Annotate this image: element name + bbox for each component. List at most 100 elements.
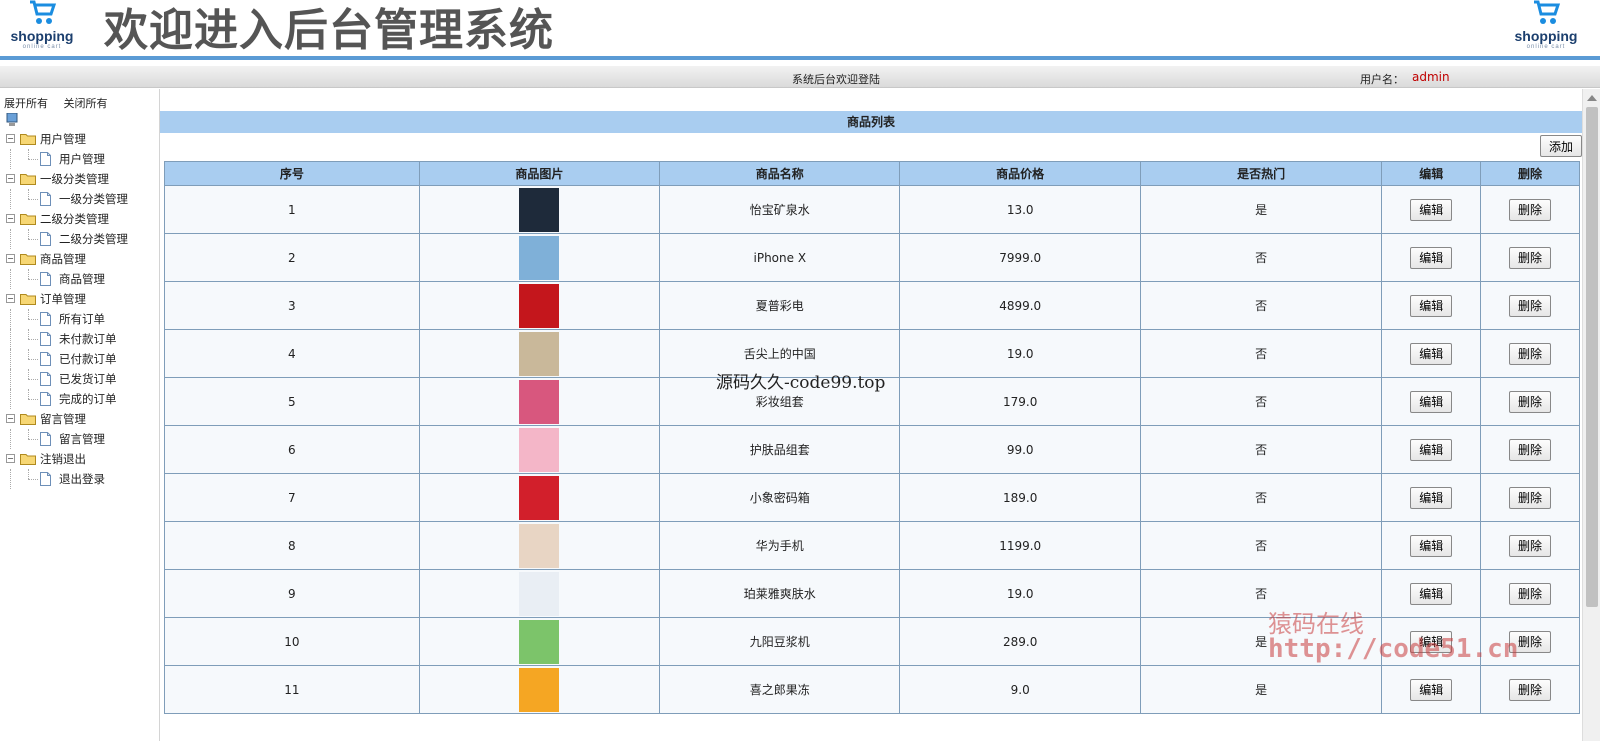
- tree-leaf[interactable]: 已付款订单: [0, 349, 160, 369]
- cell-delete: 删除: [1480, 473, 1580, 522]
- table-row: 7 小象密码箱 189.0 否 编辑 删除: [164, 473, 1580, 522]
- tree-leaf-label[interactable]: 完成的订单: [59, 389, 117, 409]
- tree-leaf-label[interactable]: 已发货订单: [59, 369, 117, 389]
- tree-folder[interactable]: − 订单管理: [0, 289, 160, 309]
- scroll-up-icon[interactable]: [1587, 95, 1597, 101]
- tree-leaf-label[interactable]: 所有订单: [59, 309, 105, 329]
- cell-image: [418, 329, 661, 378]
- collapse-toggle-icon[interactable]: −: [6, 134, 15, 143]
- main-scrollbar[interactable]: [1582, 89, 1600, 741]
- cell-no: 7: [164, 473, 420, 522]
- tree-folder-label[interactable]: 订单管理: [40, 289, 86, 309]
- tree-leaf-label[interactable]: 用户管理: [59, 149, 105, 169]
- edit-button[interactable]: 编辑: [1410, 582, 1453, 605]
- tree-leaf[interactable]: 用户管理: [0, 149, 160, 169]
- delete-button[interactable]: 删除: [1509, 198, 1552, 221]
- collapse-toggle-icon[interactable]: −: [6, 294, 15, 303]
- cell-no: 5: [164, 377, 420, 426]
- cell-name: iPhone X: [659, 233, 901, 282]
- delete-button[interactable]: 删除: [1509, 534, 1552, 557]
- tree-folder-label[interactable]: 留言管理: [40, 409, 86, 429]
- document-icon: [40, 232, 51, 246]
- tree-leaf[interactable]: 商品管理: [0, 269, 160, 289]
- shopping-cart-icon: [30, 0, 57, 24]
- cell-image: [418, 617, 661, 666]
- tree-leaf-label[interactable]: 商品管理: [59, 269, 105, 289]
- cell-edit: 编辑: [1381, 665, 1482, 714]
- tree-folder[interactable]: − 注销退出: [0, 449, 160, 469]
- collapse-toggle-icon[interactable]: −: [6, 214, 15, 223]
- edit-button[interactable]: 编辑: [1410, 486, 1453, 509]
- document-icon: [40, 312, 51, 326]
- tree-leaf-label[interactable]: 退出登录: [59, 469, 105, 489]
- tree-folder[interactable]: − 商品管理: [0, 249, 160, 269]
- tree-folder-label[interactable]: 一级分类管理: [40, 169, 109, 189]
- cell-edit: 编辑: [1381, 185, 1482, 234]
- tree-leaf[interactable]: 留言管理: [0, 429, 160, 449]
- tree-folder[interactable]: − 用户管理: [0, 129, 160, 149]
- delete-button[interactable]: 删除: [1509, 294, 1552, 317]
- cell-delete: 删除: [1480, 425, 1580, 474]
- edit-button[interactable]: 编辑: [1410, 246, 1453, 269]
- tree-folder-label[interactable]: 二级分类管理: [40, 209, 109, 229]
- tree-leaf-label[interactable]: 一级分类管理: [59, 189, 128, 209]
- cell-edit: 编辑: [1381, 233, 1482, 282]
- edit-button[interactable]: 编辑: [1410, 438, 1453, 461]
- delete-button[interactable]: 删除: [1509, 678, 1552, 701]
- delete-button[interactable]: 删除: [1509, 342, 1552, 365]
- delete-button[interactable]: 删除: [1509, 246, 1552, 269]
- cell-price: 9.0: [899, 665, 1141, 714]
- tree-leaf[interactable]: 所有订单: [0, 309, 160, 329]
- tree-leaf[interactable]: 二级分类管理: [0, 229, 160, 249]
- collapse-toggle-icon[interactable]: −: [6, 174, 15, 183]
- table-row: 2 iPhone X 7999.0 否 编辑 删除: [164, 233, 1580, 282]
- tree-folder[interactable]: − 一级分类管理: [0, 169, 160, 189]
- product-thumbnail: [519, 283, 560, 328]
- collapse-toggle-icon[interactable]: −: [6, 254, 15, 263]
- folder-icon: [20, 134, 36, 145]
- shopping-cart-icon: [1534, 0, 1561, 24]
- scroll-thumb[interactable]: [1586, 107, 1598, 607]
- cell-delete: 删除: [1480, 521, 1580, 570]
- cell-image: [418, 377, 661, 426]
- table-row: 3 夏普彩电 4899.0 否 编辑 删除: [164, 281, 1580, 330]
- edit-button[interactable]: 编辑: [1410, 390, 1453, 413]
- edit-button[interactable]: 编辑: [1410, 678, 1453, 701]
- cell-edit: 编辑: [1381, 425, 1482, 474]
- tree-leaf-label[interactable]: 二级分类管理: [59, 229, 128, 249]
- edit-button[interactable]: 编辑: [1410, 534, 1453, 557]
- delete-button[interactable]: 删除: [1509, 390, 1552, 413]
- watermark-center: 源码久久-code99.top: [716, 373, 886, 393]
- user-name: admin: [1412, 70, 1450, 84]
- edit-button[interactable]: 编辑: [1410, 294, 1453, 317]
- folder-icon: [20, 174, 36, 185]
- add-product-button[interactable]: 添加: [1540, 135, 1582, 157]
- delete-button[interactable]: 删除: [1509, 486, 1552, 509]
- collapse-toggle-icon[interactable]: −: [6, 454, 15, 463]
- tree-leaf-label[interactable]: 未付款订单: [59, 329, 117, 349]
- cell-image: [418, 665, 661, 714]
- edit-button[interactable]: 编辑: [1410, 342, 1453, 365]
- tree-folder-label[interactable]: 商品管理: [40, 249, 86, 269]
- cell-price: 4899.0: [899, 281, 1141, 330]
- delete-button[interactable]: 删除: [1509, 582, 1552, 605]
- edit-button[interactable]: 编辑: [1410, 198, 1453, 221]
- tree-leaf-label[interactable]: 留言管理: [59, 429, 105, 449]
- computer-icon: [6, 113, 18, 126]
- collapse-toggle-icon[interactable]: −: [6, 414, 15, 423]
- tree-folder-label[interactable]: 注销退出: [40, 449, 86, 469]
- cell-price: 99.0: [899, 425, 1141, 474]
- tree-leaf[interactable]: 未付款订单: [0, 329, 160, 349]
- tree-folder[interactable]: − 留言管理: [0, 409, 160, 429]
- tree-leaf[interactable]: 已发货订单: [0, 369, 160, 389]
- expand-all-link[interactable]: 展开所有: [4, 97, 48, 110]
- tree-leaf[interactable]: 退出登录: [0, 469, 160, 489]
- tree-leaf[interactable]: 一级分类管理: [0, 189, 160, 209]
- tree-folder-label[interactable]: 用户管理: [40, 129, 86, 149]
- tree-leaf[interactable]: 完成的订单: [0, 389, 160, 409]
- delete-button[interactable]: 删除: [1509, 438, 1552, 461]
- collapse-all-link[interactable]: 关闭所有: [64, 97, 108, 110]
- cell-delete: 删除: [1480, 665, 1580, 714]
- tree-folder[interactable]: − 二级分类管理: [0, 209, 160, 229]
- tree-leaf-label[interactable]: 已付款订单: [59, 349, 117, 369]
